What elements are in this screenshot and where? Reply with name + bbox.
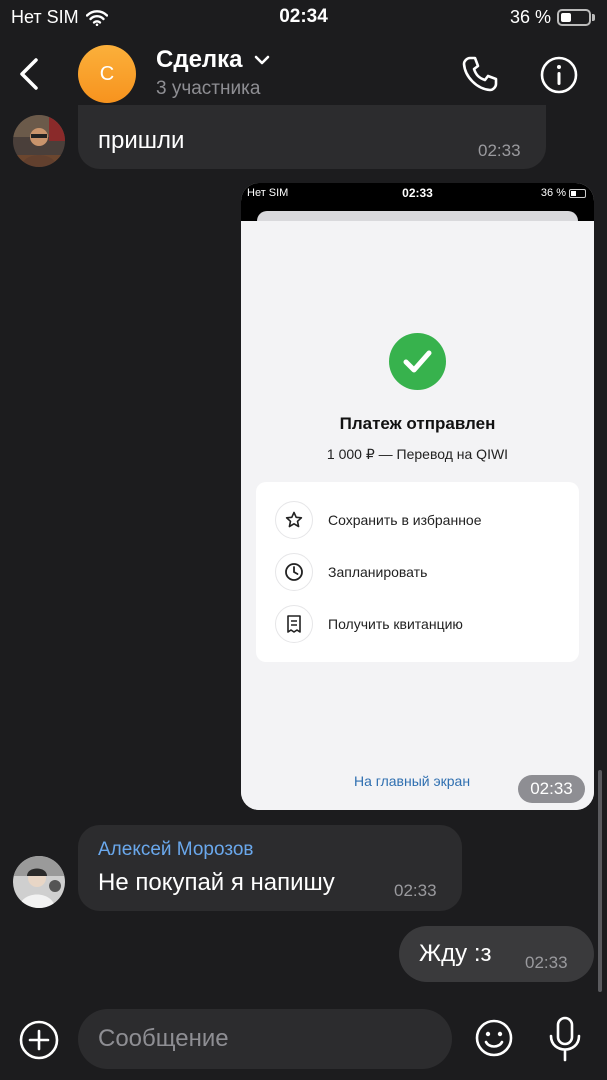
message-time: 02:33 (478, 141, 521, 160)
message-bubble[interactable]: пришли 02:33 (78, 105, 546, 169)
participants-count: 3 участника (156, 78, 261, 99)
payment-title: Платеж отправлен (339, 414, 496, 433)
clock-icon (275, 553, 313, 591)
battery-indicator: 36 % (510, 7, 595, 28)
image-attachment[interactable]: Нет SIM 02:33 36 % Платеж отправлен 1 00… (241, 183, 594, 810)
info-icon (540, 56, 578, 94)
back-button[interactable] (14, 54, 48, 94)
attach-button[interactable] (18, 1019, 60, 1061)
action-save-favorite: Сохранить в избранное (256, 494, 579, 546)
message-input[interactable] (78, 1009, 452, 1069)
scrollbar[interactable] (598, 770, 602, 992)
phone-icon (462, 56, 498, 92)
battery-percent: 36 % (509, 7, 551, 27)
message-time: 02:33 (525, 953, 568, 972)
chevron-left-icon (20, 58, 38, 90)
group-avatar[interactable]: С (78, 45, 136, 103)
chat-header: С Сделка 3 участника (0, 34, 607, 116)
home-screen-link: На главный экран (354, 773, 471, 789)
avatar[interactable] (13, 115, 65, 167)
screenshot-battery-percent: 36 % (540, 187, 566, 199)
sender-name[interactable]: Алексей Морозов (98, 839, 254, 861)
plus-circle-icon (19, 1020, 59, 1060)
info-button[interactable] (538, 54, 580, 96)
message-time: 02:33 (394, 881, 437, 900)
composer (0, 1000, 607, 1080)
action-receipt: Получить квитанцию (256, 598, 579, 650)
avatar-letter: С (99, 62, 115, 85)
action-schedule: Запланировать (256, 546, 579, 598)
chevron-down-icon (254, 55, 269, 65)
message-time: 02:33 (518, 775, 585, 803)
payment-actions: Сохранить в избранное Запланировать Полу… (256, 482, 579, 662)
message-text: Не покупай я напишу (98, 869, 335, 896)
smile-icon (475, 1019, 513, 1057)
status-bar: Нет SIM 02:34 36 % (0, 0, 607, 34)
success-check-icon (389, 333, 446, 390)
action-label: Запланировать (328, 564, 428, 580)
message-bubble[interactable]: Жду :з 02:33 (399, 926, 594, 982)
voice-button[interactable] (547, 1016, 583, 1062)
microphone-icon (549, 1016, 581, 1062)
star-icon (275, 501, 313, 539)
action-label: Получить квитанцию (328, 616, 463, 632)
message-bubble[interactable]: Алексей Морозов Не покупай я напишу 02:3… (78, 825, 462, 911)
avatar[interactable] (13, 856, 65, 908)
chat-title[interactable]: Сделка (156, 46, 271, 74)
message-text: пришли (98, 127, 185, 154)
screenshot-status-bar: Нет SIM 02:33 36 % (241, 183, 594, 205)
emoji-button[interactable] (474, 1018, 514, 1058)
payment-subtitle: 1 000 ₽ — Перевод на QIWI (326, 446, 509, 462)
screenshot-battery: 36 % (541, 187, 586, 199)
message-text: Жду :з (419, 940, 492, 967)
battery-icon (569, 188, 586, 198)
chat-title-text: Сделка (156, 46, 243, 73)
action-label: Сохранить в избранное (328, 512, 482, 528)
battery-icon (557, 9, 591, 26)
receipt-icon (275, 605, 313, 643)
call-button[interactable] (460, 54, 500, 94)
